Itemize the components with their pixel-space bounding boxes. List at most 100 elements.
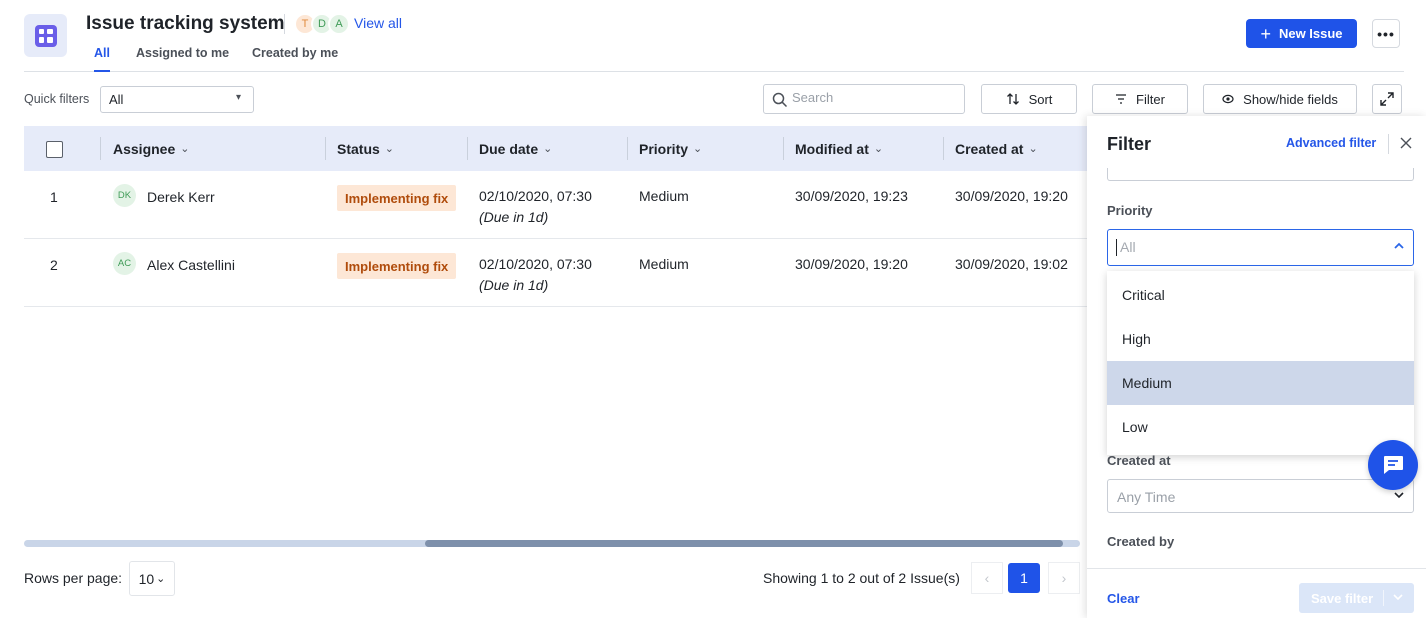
chevron-down-icon: ⌄ bbox=[1028, 143, 1038, 155]
text-caret bbox=[1116, 239, 1117, 256]
search-box[interactable] bbox=[763, 84, 965, 114]
column-divider bbox=[783, 137, 784, 160]
status-badge: Implementing fix bbox=[337, 253, 457, 279]
expand-button[interactable] bbox=[1372, 84, 1402, 114]
row-index: 1 bbox=[50, 189, 58, 205]
tab-all[interactable]: All bbox=[94, 46, 110, 72]
priority-dropdown: Critical High Medium Low bbox=[1107, 271, 1414, 455]
ellipsis-icon: ••• bbox=[1377, 25, 1395, 42]
option-high[interactable]: High bbox=[1107, 317, 1414, 361]
tab-created-by-me[interactable]: Created by me bbox=[252, 46, 338, 72]
chevron-left-icon: ‹ bbox=[984, 570, 990, 586]
avatar: AC bbox=[113, 252, 136, 275]
created-by-label: Created by bbox=[1107, 534, 1175, 549]
view-all-link[interactable]: View all bbox=[354, 15, 402, 31]
new-issue-button[interactable]: + New Issue bbox=[1246, 19, 1357, 48]
table-row[interactable]: 1 DK Derek Kerr Implementing fix 02/10/2… bbox=[24, 171, 1087, 239]
filter-field[interactable] bbox=[1107, 168, 1414, 181]
column-divider bbox=[467, 137, 468, 160]
select-all-checkbox[interactable] bbox=[46, 141, 63, 158]
filter-icon bbox=[1116, 94, 1127, 104]
prev-page-button[interactable]: ‹ bbox=[971, 562, 1003, 594]
save-filter-label: Save filter bbox=[1311, 590, 1374, 606]
rows-per-page-value: 10 bbox=[138, 570, 155, 587]
column-header-assignee[interactable]: Assignee ⌄ bbox=[113, 126, 189, 171]
chevron-down-icon: ⌄ bbox=[156, 573, 166, 585]
horizontal-scrollbar[interactable] bbox=[24, 540, 1080, 547]
due-date: 02/10/2020, 07:30 bbox=[479, 188, 592, 204]
option-low[interactable]: Low bbox=[1107, 405, 1414, 449]
divider bbox=[1383, 590, 1384, 606]
show-hide-fields-button[interactable]: Show/hide fields bbox=[1203, 84, 1357, 114]
search-input[interactable] bbox=[792, 90, 952, 105]
more-button[interactable]: ••• bbox=[1372, 19, 1400, 48]
tab-assigned-to-me[interactable]: Assigned to me bbox=[136, 46, 229, 72]
advanced-filter-link[interactable]: Advanced filter bbox=[1286, 136, 1376, 150]
filter-footer: Clear Save filter bbox=[1087, 568, 1426, 618]
save-filter-button[interactable]: Save filter bbox=[1299, 583, 1414, 613]
created-at-label: Created at bbox=[1107, 453, 1171, 468]
eye-icon bbox=[1222, 94, 1234, 104]
chevron-down-icon bbox=[1393, 594, 1403, 601]
scrollbar-thumb[interactable] bbox=[425, 540, 1063, 547]
table-row[interactable]: 2 AC Alex Castellini Implementing fix 02… bbox=[24, 239, 1087, 307]
divider bbox=[284, 14, 285, 34]
column-header-due-date[interactable]: Due date ⌄ bbox=[479, 126, 552, 171]
chat-icon bbox=[1384, 456, 1403, 474]
tab-bar: All Assigned to me Created by me bbox=[24, 44, 1404, 72]
chevron-down-icon: ⌄ bbox=[180, 143, 190, 155]
close-button[interactable] bbox=[1400, 136, 1412, 154]
assignee-name: Derek Kerr bbox=[147, 189, 215, 205]
close-icon bbox=[1400, 137, 1412, 149]
sort-button[interactable]: Sort bbox=[981, 84, 1077, 114]
created-at-value: 30/09/2020, 19:20 bbox=[955, 188, 1068, 204]
created-at-select[interactable]: Any Time bbox=[1107, 479, 1414, 513]
divider bbox=[1388, 134, 1389, 154]
status-badge: Implementing fix bbox=[337, 185, 457, 211]
priority-input[interactable]: All bbox=[1107, 229, 1414, 266]
quick-filters-value: All bbox=[109, 92, 124, 107]
chat-button[interactable] bbox=[1368, 440, 1418, 490]
column-header-status[interactable]: Status ⌄ bbox=[337, 126, 394, 171]
column-divider bbox=[325, 137, 326, 160]
modified-at-value: 30/09/2020, 19:20 bbox=[795, 256, 908, 272]
sort-label: Sort bbox=[1028, 91, 1053, 107]
priority-value: Medium bbox=[639, 256, 689, 272]
show-hide-fields-label: Show/hide fields bbox=[1243, 91, 1338, 107]
column-header-created-at[interactable]: Created at ⌄ bbox=[955, 126, 1038, 171]
rows-per-page-select[interactable]: 10 ⌄ bbox=[129, 561, 175, 596]
option-medium[interactable]: Medium bbox=[1107, 361, 1414, 405]
chevron-down-icon bbox=[1394, 492, 1404, 499]
new-issue-label: New Issue bbox=[1278, 26, 1343, 41]
search-icon bbox=[772, 92, 788, 108]
due-date: 02/10/2020, 07:30 bbox=[479, 256, 592, 272]
showing-count: Showing 1 to 2 out of 2 Issue(s) bbox=[763, 570, 960, 586]
chevron-up-icon bbox=[1394, 242, 1404, 249]
page-button-1[interactable]: 1 bbox=[1008, 563, 1040, 593]
priority-label: Priority bbox=[1107, 203, 1153, 218]
chevron-down-icon: ⌄ bbox=[384, 143, 395, 155]
next-page-button[interactable]: › bbox=[1048, 562, 1080, 594]
due-note: (Due in 1d) bbox=[479, 209, 549, 225]
column-header-priority[interactable]: Priority ⌄ bbox=[639, 126, 702, 171]
avatar: DK bbox=[113, 184, 136, 207]
column-divider bbox=[943, 137, 944, 160]
column-divider bbox=[100, 137, 101, 160]
chevron-down-icon: ⌄ bbox=[873, 143, 884, 155]
rows-per-page-label: Rows per page: bbox=[24, 570, 123, 586]
avatar: A bbox=[328, 13, 350, 35]
table-header: Assignee ⌄ Status ⌄ Due date ⌄ Priority ⌄ Mo… bbox=[24, 126, 1087, 171]
quick-filters-select[interactable]: All ▾ bbox=[100, 86, 254, 113]
modified-at-value: 30/09/2020, 19:23 bbox=[795, 188, 908, 204]
column-divider bbox=[627, 137, 628, 160]
option-critical[interactable]: Critical bbox=[1107, 273, 1414, 317]
clear-button[interactable]: Clear bbox=[1107, 591, 1140, 606]
member-avatars[interactable]: T D A bbox=[294, 13, 350, 35]
expand-icon bbox=[1380, 92, 1394, 106]
sort-icon bbox=[1006, 93, 1019, 105]
page-title: Issue tracking system bbox=[86, 13, 285, 34]
chevron-down-icon: ▾ bbox=[235, 92, 241, 103]
row-index: 2 bbox=[50, 257, 58, 273]
filter-button[interactable]: Filter bbox=[1092, 84, 1188, 114]
column-header-modified-at[interactable]: Modified at ⌄ bbox=[795, 126, 883, 171]
